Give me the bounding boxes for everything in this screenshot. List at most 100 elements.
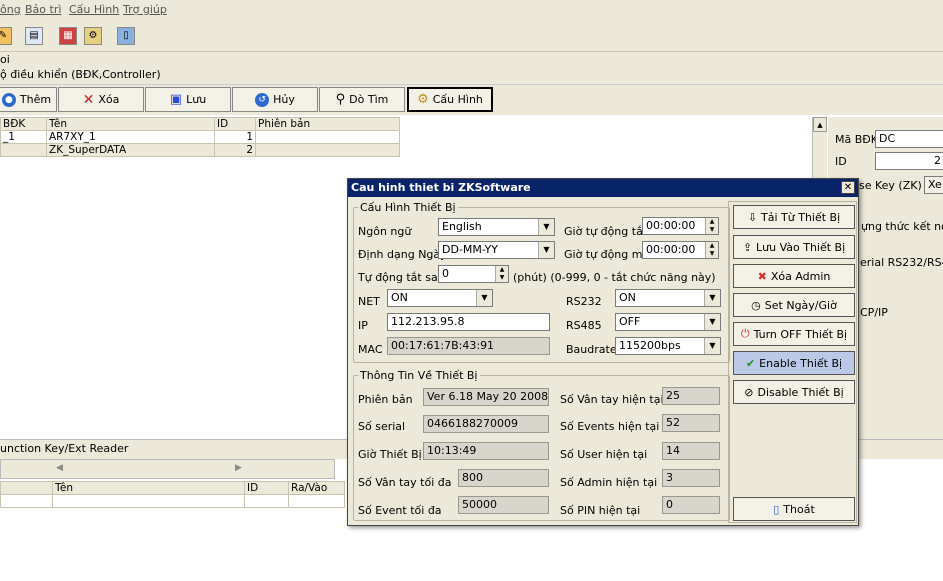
disable-device-button[interactable]: ⊘ Disable Thiết Bị	[733, 380, 855, 404]
section-header: oi ộ điều khiển (BĐK,Controller)	[0, 52, 943, 85]
floppy-icon: ▣	[169, 92, 183, 107]
chevron-down-icon[interactable]: ▼	[704, 314, 720, 330]
device-icon[interactable]: ⚙	[84, 27, 102, 45]
cell-bdk	[0, 143, 47, 157]
auto-off-stepper[interactable]: 0 ▲ ▼	[438, 265, 509, 283]
col-header-id[interactable]: ID	[244, 481, 289, 495]
empty-cell	[244, 494, 289, 508]
key-button[interactable]: Xe	[924, 176, 943, 194]
cell-id: 2	[214, 143, 256, 157]
admin-delete-icon: ✖	[757, 269, 767, 283]
save-button[interactable]: ▣ Lưu	[145, 87, 231, 112]
col-header-version[interactable]: Phiên bản	[255, 117, 400, 131]
serial-option[interactable]: erial RS232/RS48	[860, 256, 943, 269]
version-label: Phiên bản	[358, 393, 413, 406]
admins-current-value: 3	[662, 469, 720, 487]
col-header-id[interactable]: ID	[214, 117, 256, 131]
time-off-field[interactable]: 00:00:00 ▲ ▼	[642, 217, 719, 235]
power-off-icon: ⏻	[740, 327, 750, 340]
admins-current-label: Số Admin hiện tại	[560, 476, 658, 489]
exit-door-icon[interactable]: ▯	[117, 27, 135, 45]
chevron-down-icon[interactable]: ▼	[538, 242, 554, 258]
menu-item-he-thong[interactable]: ông	[0, 3, 21, 16]
bottom-scrollbar[interactable]: ◀ ▶	[0, 459, 335, 479]
search-button[interactable]: ⚲ Dò Tìm	[319, 87, 405, 112]
delete-admin-button[interactable]: ✖ Xóa Admin	[733, 264, 855, 288]
cancel-button[interactable]: ↺ Hủy	[232, 87, 318, 112]
ma-bdk-label: Mã BĐK	[835, 133, 879, 146]
cell-version	[255, 143, 400, 157]
time-on-field[interactable]: 00:00:00 ▲ ▼	[642, 241, 719, 259]
table-row[interactable]: _1 AR7XY_1 1	[0, 130, 400, 144]
menu-item-cau-hinh[interactable]: Cấu Hình	[69, 3, 119, 16]
scroll-right-icon[interactable]: ▶	[235, 463, 242, 473]
report-icon[interactable]: ▦	[59, 27, 77, 45]
col-header-bdk[interactable]: BĐK	[0, 117, 47, 131]
set-datetime-button[interactable]: ◷ Set Ngày/Giờ	[733, 293, 855, 317]
event-max-value: 50000	[458, 496, 549, 514]
spin-arrows-icon[interactable]: ▲ ▼	[495, 266, 508, 282]
dialog-titlebar[interactable]: Cau hinh thiet bi ZKSoftware	[348, 179, 858, 197]
upload-icon: ⇪	[742, 240, 753, 254]
enable-icon: ✔	[745, 356, 756, 370]
add-button[interactable]: ● Thêm	[0, 87, 57, 112]
controller-grid: BĐK Tên ID Phiên bản _1 AR7XY_1 1 ZK_Sup…	[0, 117, 400, 157]
chevron-down-icon[interactable]: ▼	[704, 290, 720, 306]
ip-field[interactable]: 112.213.95.8	[387, 313, 550, 331]
toolbar: ✎ ▤ ▦ ⚙ ▯	[0, 20, 943, 52]
delete-button[interactable]: ✕ Xóa	[58, 87, 144, 112]
ma-bdk-field[interactable]: DC	[875, 130, 943, 148]
cell-name: AR7XY_1	[46, 130, 215, 144]
edit-icon[interactable]: ✎	[0, 27, 12, 45]
date-format-select[interactable]: DD-MM-YY ▼	[438, 241, 555, 259]
tcpip-option[interactable]: CP/IP	[860, 306, 888, 319]
connection-label: ựng thức kết nối	[861, 220, 943, 233]
id-field[interactable]: 2	[875, 152, 943, 170]
language-select[interactable]: English ▼	[438, 218, 555, 236]
card-icon[interactable]: ▤	[25, 27, 43, 45]
col-header-direction[interactable]: Ra/Vào	[288, 481, 345, 495]
disable-icon: ⊘	[744, 385, 754, 399]
menu-item-tro-giup[interactable]: Trợ giúp	[123, 3, 167, 16]
turn-off-device-button[interactable]: ⏻ Turn OFF Thiết Bị	[733, 322, 855, 346]
rs232-select[interactable]: ON ▼	[615, 289, 721, 307]
ip-label: IP	[358, 319, 368, 332]
close-icon[interactable]: ✕	[841, 181, 855, 194]
delete-x-icon: ✕	[82, 91, 95, 108]
load-from-device-button[interactable]: ⇩ Tải Từ Thiết Bị	[733, 205, 855, 229]
events-current-value: 52	[662, 414, 720, 432]
chevron-down-icon[interactable]: ▼	[704, 338, 720, 354]
spin-arrows-icon[interactable]: ▲ ▼	[705, 218, 718, 234]
cell-name: ZK_SuperDATA	[46, 143, 215, 157]
menu-bar: ông Bảo trì Cấu Hình Trợ giúp	[0, 0, 943, 20]
net-select[interactable]: ON ▼	[387, 289, 493, 307]
baudrate-select[interactable]: 115200bps ▼	[615, 337, 721, 355]
scroll-left-icon[interactable]: ◀	[56, 463, 63, 473]
spin-arrows-icon[interactable]: ▲ ▼	[705, 242, 718, 258]
col-header-name[interactable]: Tên	[52, 481, 245, 495]
rs485-select[interactable]: OFF ▼	[615, 313, 721, 331]
grid-header-row: BĐK Tên ID Phiên bản	[0, 117, 400, 131]
fp-max-label: Số Vân tay tối đa	[358, 476, 452, 489]
save-to-device-button[interactable]: ⇪ Lưu Vào Thiết Bị	[733, 235, 855, 259]
empty-cell	[52, 494, 245, 508]
empty-cell	[0, 494, 53, 508]
chevron-down-icon[interactable]: ▼	[476, 290, 492, 306]
chevron-down-icon[interactable]: ▼	[538, 219, 554, 235]
device-config-dialog: Cau hinh thiet bi ZKSoftware ✕ Cấu Hình …	[347, 178, 859, 526]
menu-item-bao-tri[interactable]: Bảo trì	[25, 3, 61, 16]
exit-door-icon: ▯	[773, 502, 780, 516]
cell-version	[255, 130, 400, 144]
config-button[interactable]: ⚙ Cấu Hình	[407, 87, 493, 112]
fp-current-label: Số Vân tay hiện tại	[560, 393, 664, 406]
enable-device-button[interactable]: ✔ Enable Thiết Bị	[733, 351, 855, 375]
clock-icon: ◷	[751, 298, 761, 312]
scroll-up-icon[interactable]: ▲	[813, 117, 827, 132]
id-label: ID	[835, 155, 847, 168]
net-label: NET	[358, 295, 380, 308]
exit-button[interactable]: ▯ Thoát	[733, 497, 855, 521]
col-header-name[interactable]: Tên	[46, 117, 215, 131]
fp-current-value: 25	[662, 387, 720, 405]
magnifier-icon: ⚲	[335, 92, 346, 107]
table-row[interactable]: ZK_SuperDATA 2	[0, 143, 400, 157]
